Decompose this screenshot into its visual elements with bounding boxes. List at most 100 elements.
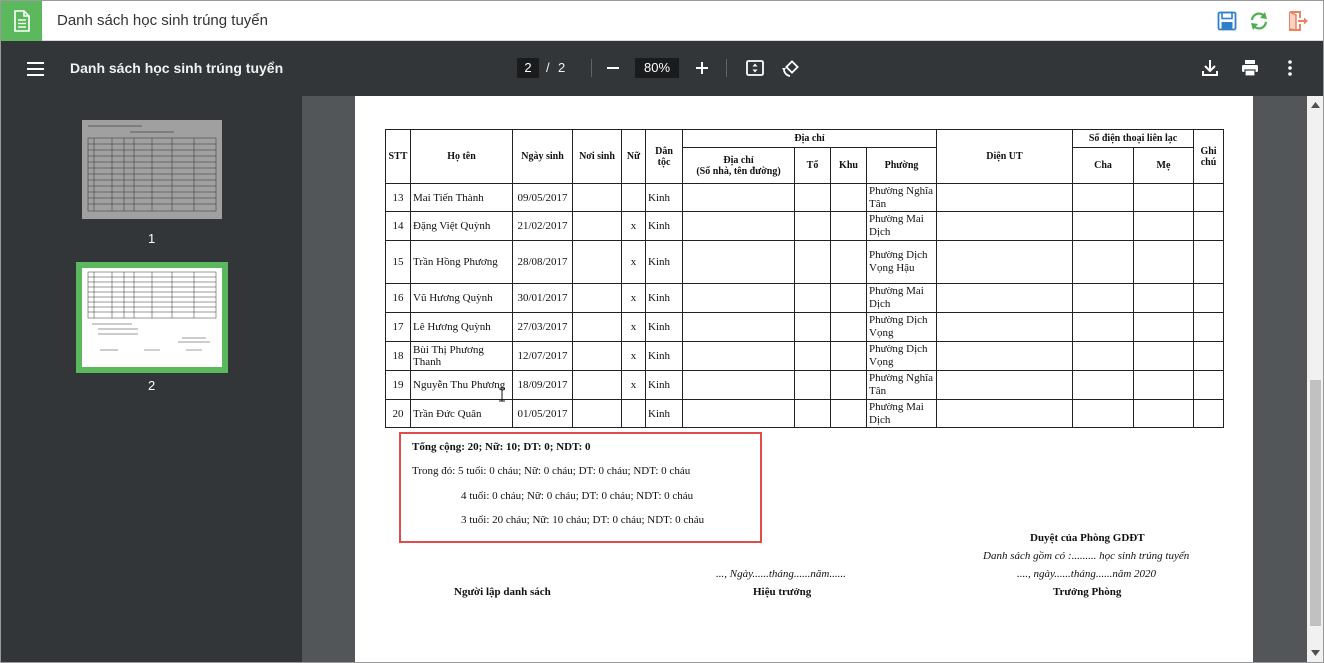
table-row: 16 Vũ Hương Quỳnh 30/01/2017 x Kinh Phường Ma… (385, 283, 1224, 313)
header-stt: STT (385, 129, 411, 184)
cell-female: x (621, 370, 646, 400)
cell-dob: 21/02/2017 (512, 211, 573, 241)
cell-dob: 18/09/2017 (512, 370, 573, 400)
cell-ethnicity: Kinh (645, 183, 683, 212)
page-separator: / (546, 60, 550, 75)
cell-female (621, 183, 646, 212)
cell-mother (1133, 211, 1194, 241)
vertical-scrollbar[interactable] (1307, 96, 1323, 662)
toolbar-divider (726, 59, 727, 77)
download-icon[interactable] (1197, 55, 1223, 81)
exit-icon[interactable] (1287, 10, 1309, 32)
document-icon (1, 1, 42, 41)
cell-father (1072, 283, 1134, 313)
sync-icon[interactable] (1248, 10, 1270, 32)
cell-female: x (621, 341, 646, 371)
cell-note (1193, 211, 1224, 241)
cell-birthplace (572, 183, 622, 212)
app-header: Danh sách học sinh trúng tuyển (1, 1, 1323, 41)
cell-stt: 14 (385, 211, 411, 241)
print-icon[interactable] (1237, 55, 1263, 81)
cell-dob: 09/05/2017 (512, 183, 573, 212)
cell-area (830, 399, 867, 428)
cell-area (830, 211, 867, 241)
cell-female: x (621, 211, 646, 241)
cell-note (1193, 399, 1224, 428)
page-number-input[interactable]: 2 (517, 58, 539, 78)
fit-page-icon[interactable] (742, 55, 768, 81)
cell-ward: Phường Nghĩa Tân (866, 183, 937, 212)
zoom-out-icon[interactable] (600, 55, 626, 81)
cell-female: x (621, 312, 646, 342)
more-options-icon[interactable] (1277, 55, 1303, 81)
cell-mother (1133, 399, 1194, 428)
cell-area (830, 370, 867, 400)
zoom-level-input[interactable]: 80% (635, 58, 679, 78)
cell-birthplace (572, 399, 622, 428)
cell-group (794, 370, 831, 400)
cell-name: Vũ Hương Quỳnh (410, 283, 513, 313)
app-title: Danh sách học sinh trúng tuyển (57, 12, 268, 29)
cell-father (1072, 183, 1134, 212)
save-icon[interactable] (1216, 10, 1238, 32)
cell-note (1193, 370, 1224, 400)
table-row: 17 Lê Hương Quỳnh 27/03/2017 x Kinh Phường Dị… (385, 312, 1224, 342)
cell-female (621, 399, 646, 428)
cell-birthplace (572, 370, 622, 400)
cell-name: Lê Hương Quỳnh (410, 312, 513, 342)
cell-group (794, 240, 831, 284)
cell-ethnicity: Kinh (645, 341, 683, 371)
cell-father (1072, 211, 1134, 241)
cell-priority (936, 341, 1073, 371)
table-row: 20 Trần Đức Quân 01/05/2017 Kinh Phường Mai … (385, 399, 1224, 428)
cell-ethnicity: Kinh (645, 399, 683, 428)
table-row: 14 Đặng Việt Quỳnh 21/02/2017 x Kinh Phường M… (385, 211, 1224, 241)
page-thumbnail-1[interactable] (82, 120, 222, 219)
cell-ethnicity: Kinh (645, 283, 683, 313)
app-window: Danh sách học sinh trúng tuyển Danh sách… (0, 0, 1324, 663)
approval-date: ...., ngày......tháng......năm 2020 (1017, 568, 1157, 580)
cell-priority (936, 370, 1073, 400)
header-priority: Diện UT (936, 129, 1073, 184)
principal-title: Hiệu trưởng (753, 586, 812, 598)
cell-ward: Phường Mai Dịch (866, 211, 937, 241)
cell-ward: Phường Dịch Vọng Hậu (866, 240, 937, 284)
cell-mother (1133, 312, 1194, 342)
cell-father (1072, 312, 1134, 342)
cell-ward: Phường Dịch Vọng (866, 341, 937, 371)
cell-dob: 27/03/2017 (512, 312, 573, 342)
thumbnail-label-1: 1 (148, 231, 156, 246)
header-dob: Ngày sinh (512, 129, 573, 184)
rotate-icon[interactable] (778, 55, 804, 81)
cell-birthplace (572, 341, 622, 371)
cell-stt: 15 (385, 240, 411, 284)
cell-dob: 30/01/2017 (512, 283, 573, 313)
cell-father (1072, 370, 1134, 400)
cell-birthplace (572, 211, 622, 241)
thumbnail-label-2: 2 (148, 378, 156, 393)
cell-street (682, 312, 795, 342)
approval-count: Danh sách gồm có :......... học sinh trú… (983, 550, 1190, 562)
cell-street (682, 341, 795, 371)
cell-birthplace (572, 312, 622, 342)
table-row: 15 Trần Hồng Phương 28/08/2017 x Kinh Phường … (385, 240, 1224, 284)
scrollbar-thumb[interactable] (1310, 380, 1321, 626)
cell-stt: 13 (385, 183, 411, 212)
header-address: Địa chỉ (682, 129, 937, 148)
cell-father (1072, 240, 1134, 284)
cell-priority (936, 183, 1073, 212)
cell-area (830, 183, 867, 212)
cell-group (794, 211, 831, 241)
page-thumbnail-2[interactable] (76, 262, 228, 373)
cell-priority (936, 240, 1073, 284)
cell-ethnicity: Kinh (645, 240, 683, 284)
cell-father (1072, 399, 1134, 428)
cell-mother (1133, 183, 1194, 212)
cell-note (1193, 240, 1224, 284)
cell-name: Bùi Thị Phương Thanh (410, 341, 513, 371)
cell-area (830, 312, 867, 342)
zoom-in-icon[interactable] (689, 55, 715, 81)
table-row: 13 Mai Tiến Thành 09/05/2017 Kinh Phường Ngh… (385, 183, 1224, 212)
cell-note (1193, 341, 1224, 371)
menu-icon[interactable] (23, 57, 49, 81)
